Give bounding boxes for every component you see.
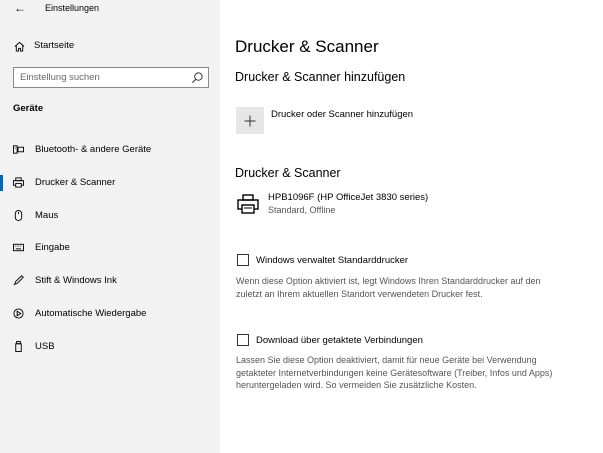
add-printer-button[interactable] — [236, 107, 264, 134]
sidebar-item-printers[interactable]: Drucker & Scanner — [0, 171, 220, 195]
search-input[interactable] — [20, 71, 180, 84]
search-icon[interactable] — [191, 71, 204, 84]
add-section-title: Drucker & Scanner hinzufügen — [235, 70, 406, 84]
search-box[interactable] — [13, 67, 209, 88]
pen-icon — [13, 275, 24, 286]
sidebar-item-label: Drucker & Scanner — [35, 177, 116, 188]
page-title: Drucker & Scanner — [235, 37, 379, 56]
home-label: Startseite — [34, 40, 75, 51]
sidebar-item-label: Maus — [35, 210, 59, 221]
metered-download-checkbox[interactable] — [237, 334, 249, 346]
printer-icon — [237, 194, 259, 214]
printer-status: Standard, Offline — [268, 205, 336, 215]
list-section-title: Drucker & Scanner — [235, 166, 341, 180]
add-printer-label[interactable]: Drucker oder Scanner hinzufügen — [271, 109, 413, 120]
usb-icon — [15, 341, 22, 352]
metered-download-label[interactable]: Download über getaktete Verbindungen — [256, 335, 423, 346]
default-printer-checkbox[interactable] — [237, 254, 249, 266]
plus-icon — [244, 115, 256, 126]
sidebar-item-label: Stift & Windows Ink — [35, 275, 117, 286]
keyboard-icon — [13, 243, 24, 252]
sidebar-item-typing[interactable]: Eingabe — [0, 236, 220, 260]
main-content: Drucker & Scanner Drucker & Scanner hinz… — [220, 0, 603, 453]
bluetooth-devices-icon — [13, 145, 24, 154]
app-title: Einstellungen — [45, 3, 100, 13]
sidebar-item-label: USB — [35, 341, 55, 352]
sidebar-item-label: Bluetooth- & andere Geräte — [35, 144, 152, 155]
home-icon — [14, 41, 25, 52]
sidebar-item-pen[interactable]: Stift & Windows Ink — [0, 269, 220, 293]
sidebar-item-mouse[interactable]: Maus — [0, 204, 220, 228]
mouse-icon — [14, 210, 23, 221]
back-arrow-icon[interactable]: ← — [14, 1, 26, 15]
sidebar-item-label: Eingabe — [35, 242, 70, 253]
sidebar-item-label: Automatische Wiedergabe — [35, 308, 147, 319]
sidebar-item-bluetooth[interactable]: Bluetooth- & andere Geräte — [0, 138, 220, 162]
default-printer-label[interactable]: Windows verwaltet Standarddrucker — [256, 255, 408, 266]
home-link[interactable]: Startseite — [14, 38, 214, 54]
section-label: Geräte — [13, 103, 44, 114]
metered-download-description: Lassen Sie diese Option deaktiviert, dam… — [236, 355, 553, 390]
sidebar-item-autoplay[interactable]: Automatische Wiedergabe — [0, 302, 220, 326]
sidebar: ← Einstellungen Startseite Geräte Blueto… — [0, 0, 220, 453]
title-bar: ← Einstellungen — [0, 0, 220, 16]
autoplay-icon — [13, 308, 24, 319]
printer-icon — [13, 177, 24, 188]
printer-name: HPB1096F (HP OfficeJet 3830 series) — [268, 192, 429, 203]
sidebar-item-usb[interactable]: USB — [0, 335, 220, 359]
default-printer-description: Wenn diese Option aktiviert ist, legt Wi… — [236, 276, 541, 299]
